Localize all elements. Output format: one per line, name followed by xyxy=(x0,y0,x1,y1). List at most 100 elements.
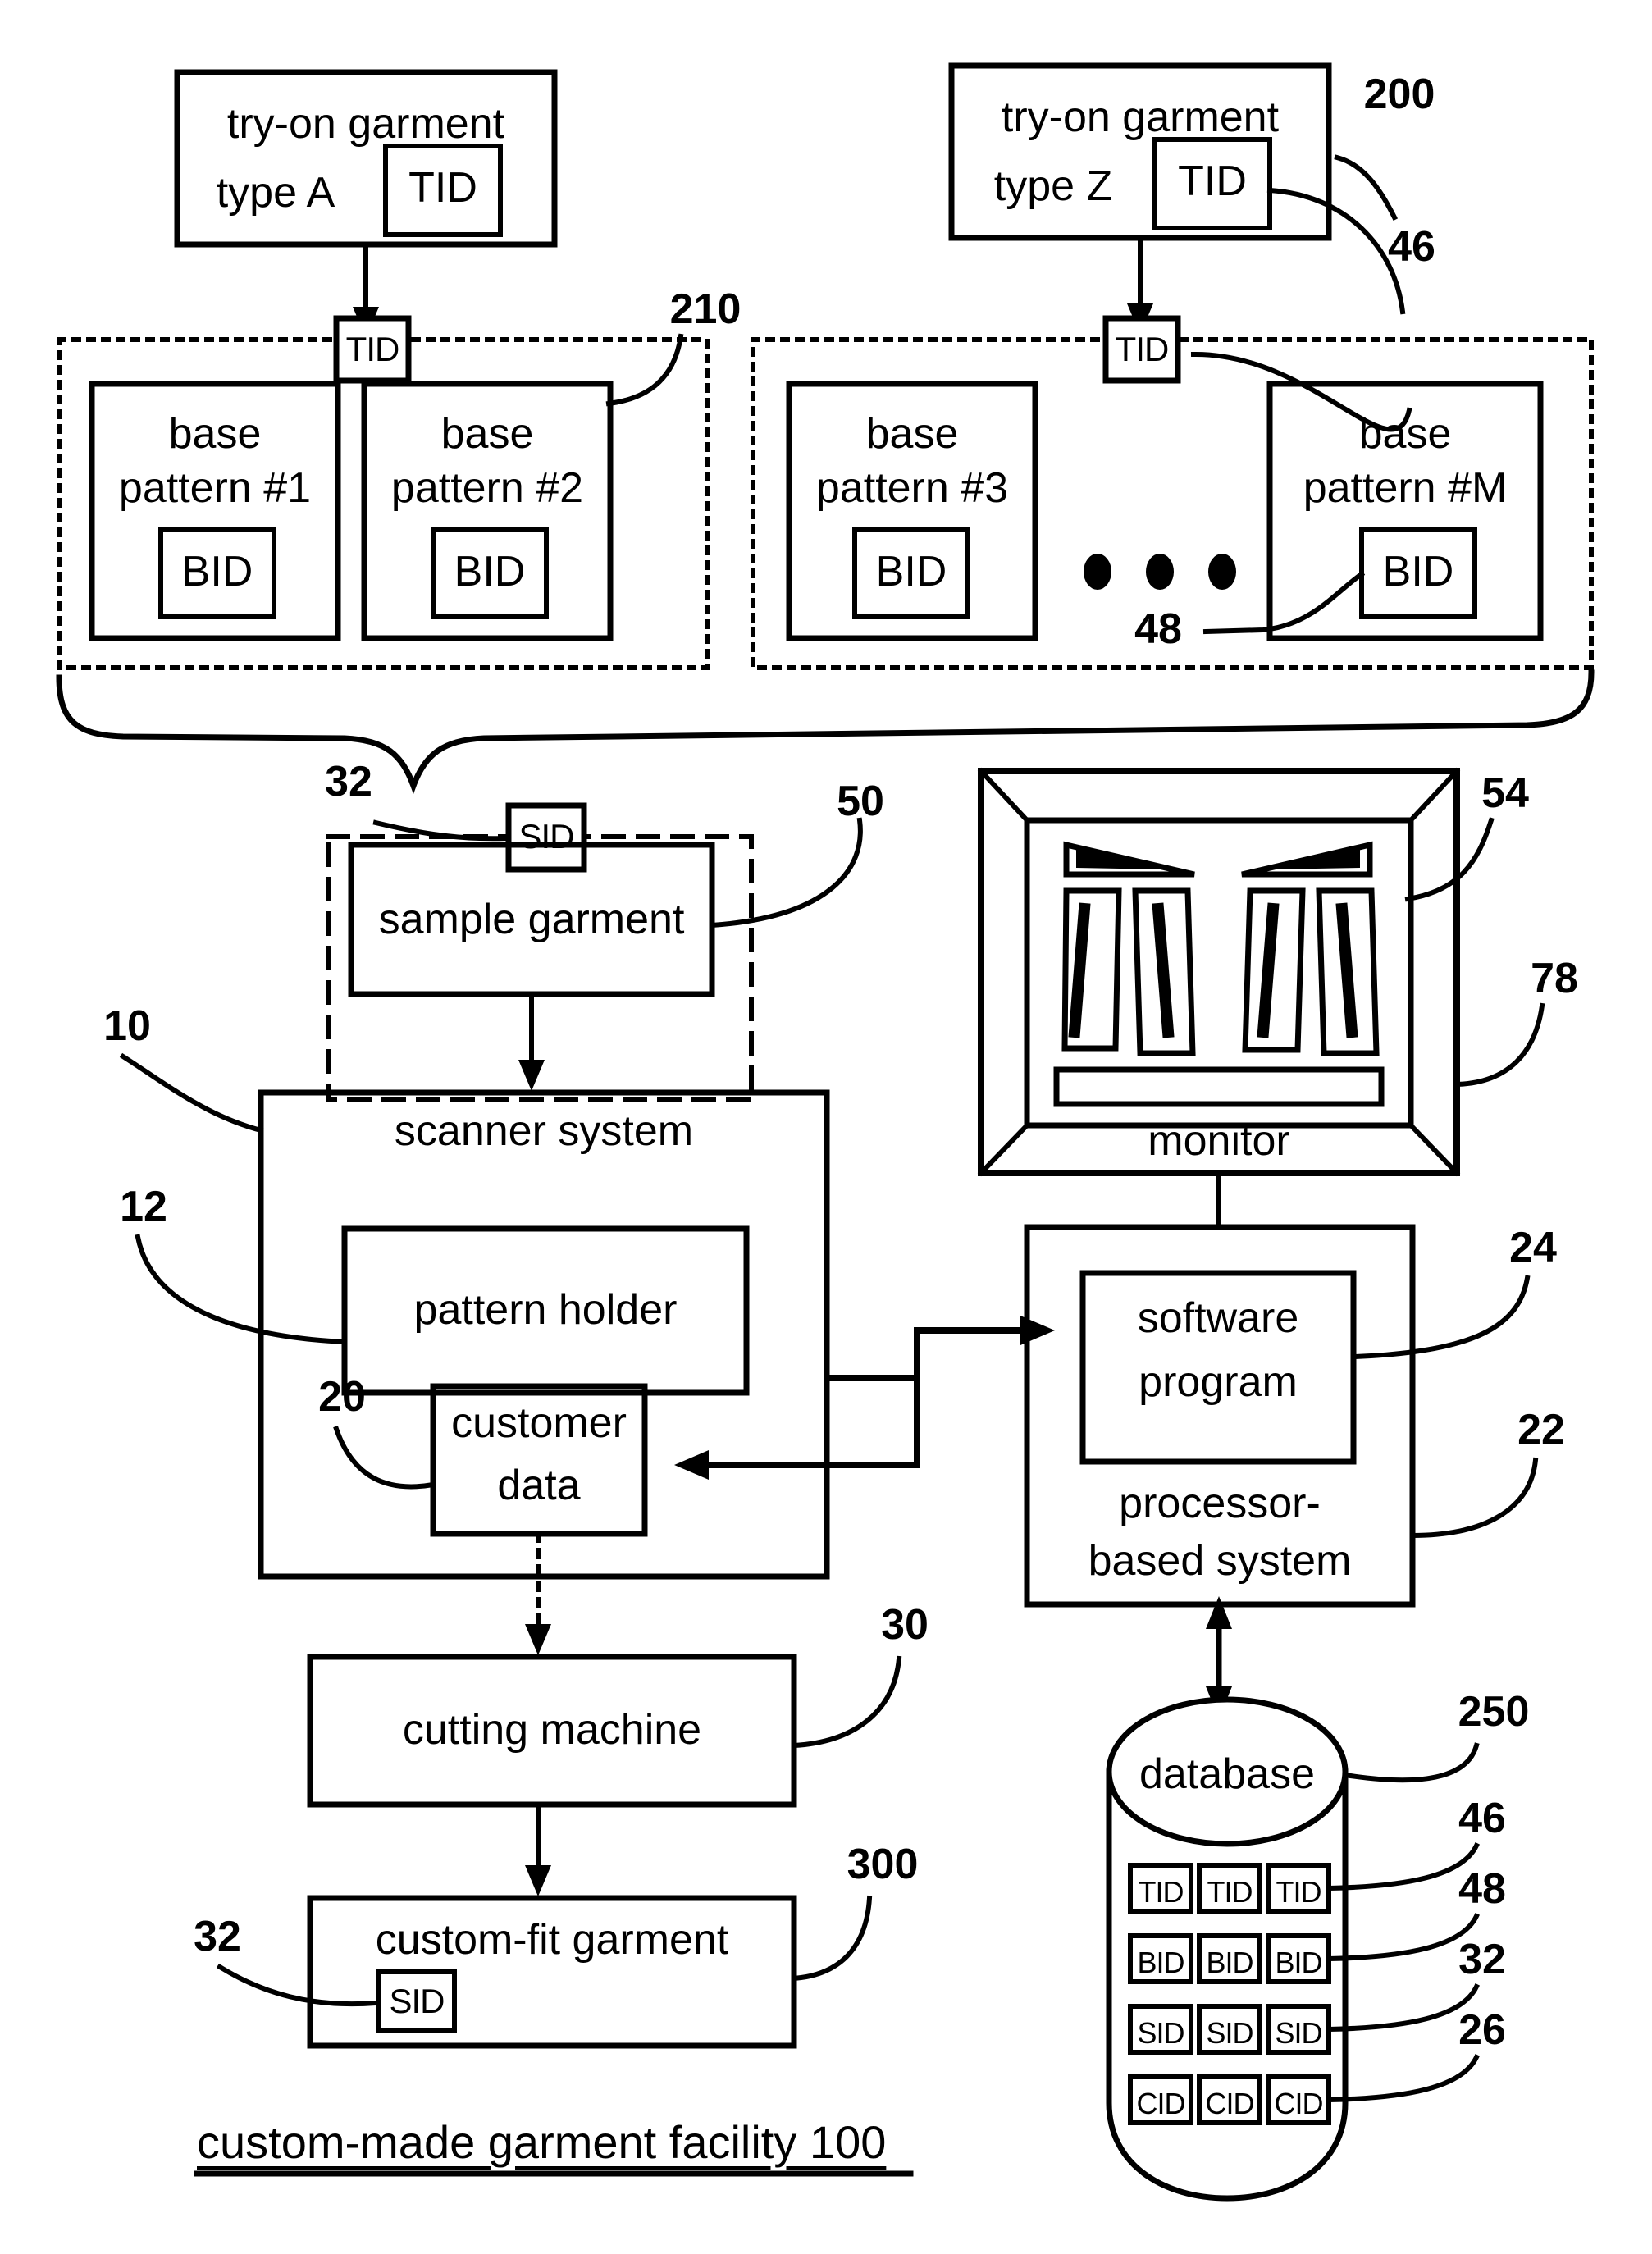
pattern-piece-waistband xyxy=(1053,1066,1385,1107)
leader-24 xyxy=(1352,1275,1531,1360)
custom-fit-sid-label: SID xyxy=(389,1982,445,2020)
arrow-processor-to-customer-head xyxy=(674,1450,709,1480)
ref-24: 24 xyxy=(1509,1224,1557,1271)
db-tag-bid-3: BID xyxy=(1275,1946,1322,1979)
pattern-seam-1 xyxy=(1068,902,1091,1038)
base-pattern-2-line2: pattern #2 xyxy=(390,464,584,512)
base-pattern-m-line1: base xyxy=(1358,410,1452,458)
leader-54 xyxy=(1404,817,1495,902)
ref-20: 20 xyxy=(318,1373,366,1421)
tryon-garment-z-line2: type Z xyxy=(993,162,1113,210)
base-pattern-2-line1: base xyxy=(440,410,534,458)
base-3-bid-label: BID xyxy=(875,548,947,595)
leader-26-db xyxy=(1326,2054,1480,2103)
base-2-bid-label: BID xyxy=(454,548,526,595)
leader-12 xyxy=(135,1234,348,1345)
leader-210 xyxy=(605,333,684,407)
customer-data-line2: data xyxy=(497,1462,581,1509)
monitor-label: monitor xyxy=(1148,1117,1290,1165)
ref-46-db: 46 xyxy=(1458,1795,1506,1842)
tryon-z-tid-label: TID xyxy=(1178,157,1247,205)
db-tag-cid-2: CID xyxy=(1205,2087,1255,2120)
sample-garment-label: sample garment xyxy=(378,896,685,943)
tryon-garment-a-line2: type A xyxy=(216,169,335,217)
ref-210: 210 xyxy=(669,285,742,333)
base-pattern-m-line2: pattern #M xyxy=(1303,464,1508,512)
software-program-line2: program xyxy=(1139,1358,1298,1406)
base-1-bid-label: BID xyxy=(181,548,253,595)
db-tag-bid-1: BID xyxy=(1137,1946,1184,1979)
ref-300: 300 xyxy=(847,1841,919,1888)
ellipsis-dot-2 xyxy=(1146,554,1174,590)
figure-caption: custom-made garment facility 100 xyxy=(197,2116,887,2168)
ref-78: 78 xyxy=(1531,955,1578,1002)
base-pattern-3-line2: pattern #3 xyxy=(815,464,1009,512)
ref-10: 10 xyxy=(103,1002,151,1050)
ellipsis-dot-3 xyxy=(1208,554,1236,590)
customer-data-line1: customer xyxy=(451,1399,627,1447)
leader-20 xyxy=(333,1426,436,1490)
db-tag-tid-3: TID xyxy=(1276,1875,1322,1909)
db-tag-cid-3: CID xyxy=(1274,2087,1324,2120)
db-tag-sid-1: SID xyxy=(1137,2016,1184,2050)
db-tag-cid-1: CID xyxy=(1136,2087,1186,2120)
sid-sample-label: SID xyxy=(518,817,574,856)
pattern-holder-label: pattern holder xyxy=(413,1286,678,1334)
leader-78 xyxy=(1453,1002,1545,1088)
custom-fit-garment-label: custom-fit garment xyxy=(375,1916,729,1964)
ref-50: 50 xyxy=(837,778,884,825)
db-tag-tid-2: TID xyxy=(1207,1875,1253,1909)
leader-300 xyxy=(791,1895,873,1982)
leader-250 xyxy=(1342,1742,1480,1783)
leader-30 xyxy=(791,1655,902,1749)
ref-46-top: 46 xyxy=(1388,223,1435,271)
pattern-seam-2 xyxy=(1152,902,1175,1038)
cutting-machine-label: cutting machine xyxy=(402,1706,702,1754)
ref-32-sample: 32 xyxy=(325,758,372,805)
tryon-garment-z-line1: try-on garment xyxy=(1001,94,1280,141)
monitor-bevel-tl xyxy=(977,767,1031,824)
database-label: database xyxy=(1139,1750,1315,1798)
processor-based-system-line2: based system xyxy=(1088,1537,1352,1585)
leader-50 xyxy=(709,817,863,929)
ref-48-db: 48 xyxy=(1458,1865,1506,1913)
pattern-seam-4 xyxy=(1335,902,1358,1038)
pattern-seam-3 xyxy=(1257,902,1280,1038)
patent-figure-page: try-on garment type A TID try-on garment… xyxy=(0,0,1652,2254)
db-tag-sid-2: SID xyxy=(1206,2016,1253,2050)
base-m-bid-label: BID xyxy=(1382,548,1454,595)
db-tag-sid-3: SID xyxy=(1275,2016,1322,2050)
leader-200 xyxy=(1334,154,1399,221)
software-program-line1: software xyxy=(1137,1294,1299,1342)
tid-small-right-label: TID xyxy=(1115,330,1170,368)
ref-26-db: 26 xyxy=(1458,2006,1506,2054)
monitor-bevel-tr xyxy=(1407,767,1461,824)
processor-based-system-line1: processor- xyxy=(1119,1480,1321,1527)
scanner-system-label: scanner system xyxy=(394,1107,694,1155)
ref-12: 12 xyxy=(120,1183,167,1230)
tryon-garment-a-line1: try-on garment xyxy=(226,100,505,148)
ref-200: 200 xyxy=(1363,71,1435,118)
leader-32-garment xyxy=(216,1963,379,2007)
base-pattern-3-line1: base xyxy=(865,410,959,458)
ref-32-garment: 32 xyxy=(194,1913,241,1960)
ref-48: 48 xyxy=(1134,605,1182,653)
leader-10 xyxy=(119,1052,264,1134)
processor-db-arrow-up xyxy=(1206,1596,1232,1629)
ref-22: 22 xyxy=(1517,1406,1565,1453)
arrow-scanner-to-processor-path xyxy=(824,1327,1027,1381)
ref-54: 54 xyxy=(1481,769,1529,817)
db-tag-tid-1: TID xyxy=(1138,1875,1184,1909)
ref-30: 30 xyxy=(881,1601,929,1649)
db-tag-bid-2: BID xyxy=(1206,1946,1253,1979)
ref-32-db: 32 xyxy=(1458,1936,1506,1983)
ref-250: 250 xyxy=(1458,1688,1530,1736)
arrow-to-cutting-head xyxy=(525,1624,551,1655)
tid-small-left-label: TID xyxy=(345,330,400,368)
arrow-sample-to-scanner-head xyxy=(518,1060,545,1091)
arrow-cutting-to-custom-head xyxy=(525,1865,551,1896)
leader-22 xyxy=(1409,1457,1539,1539)
base-pattern-1-line2: pattern #1 xyxy=(118,464,312,512)
monitor-outer-bezel xyxy=(978,768,1460,1176)
tryon-a-tid-label: TID xyxy=(408,164,477,212)
